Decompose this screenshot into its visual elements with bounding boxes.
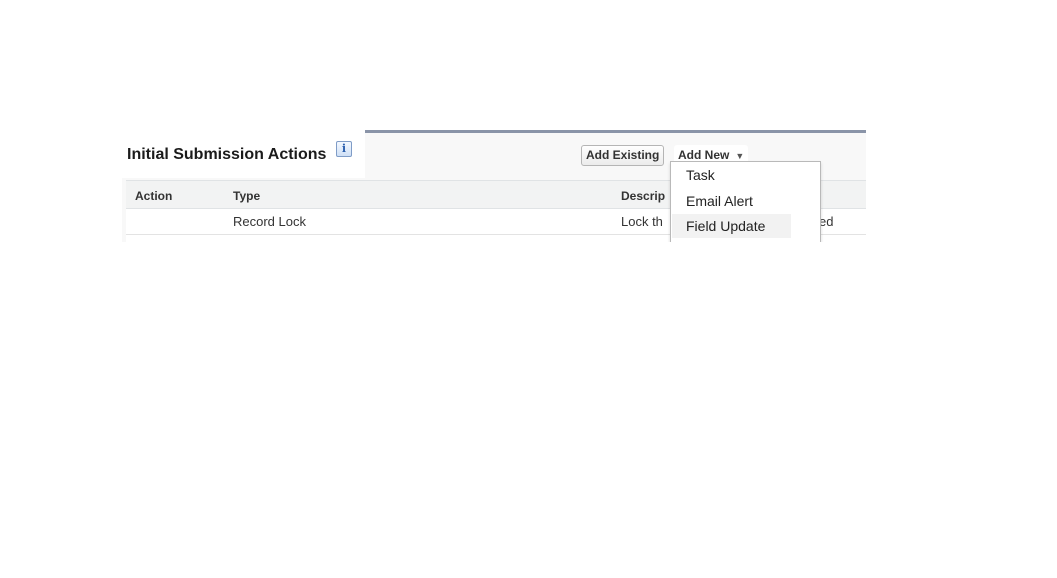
add-existing-button[interactable]: Add Existing bbox=[581, 145, 665, 166]
section-title-tab: Initial Submission Actions i bbox=[122, 130, 365, 178]
add-new-menu: Task Email Alert Field Update bbox=[670, 161, 821, 242]
header-action: Action bbox=[135, 189, 173, 203]
row-type: Email Alert bbox=[233, 240, 295, 242]
row-description: Lock th bbox=[621, 214, 663, 229]
add-new-label: Add New bbox=[678, 148, 730, 162]
row-type: Record Lock bbox=[233, 214, 306, 229]
menu-item-email-alert[interactable]: Email Alert bbox=[672, 189, 791, 213]
screenshot-visible-region: Initial Submission Actions i Add Existin… bbox=[0, 0, 1057, 242]
row-description-tail: ed bbox=[819, 214, 834, 229]
chevron-down-icon: ▼ bbox=[735, 151, 745, 161]
menu-item-task[interactable]: Task bbox=[672, 163, 791, 187]
header-description: Descrip bbox=[621, 189, 666, 203]
info-icon[interactable]: i bbox=[336, 141, 352, 157]
menu-item-field-update[interactable]: Field Update bbox=[672, 214, 791, 238]
section-title: Initial Submission Actions bbox=[127, 146, 327, 163]
header-type: Type bbox=[233, 189, 261, 203]
